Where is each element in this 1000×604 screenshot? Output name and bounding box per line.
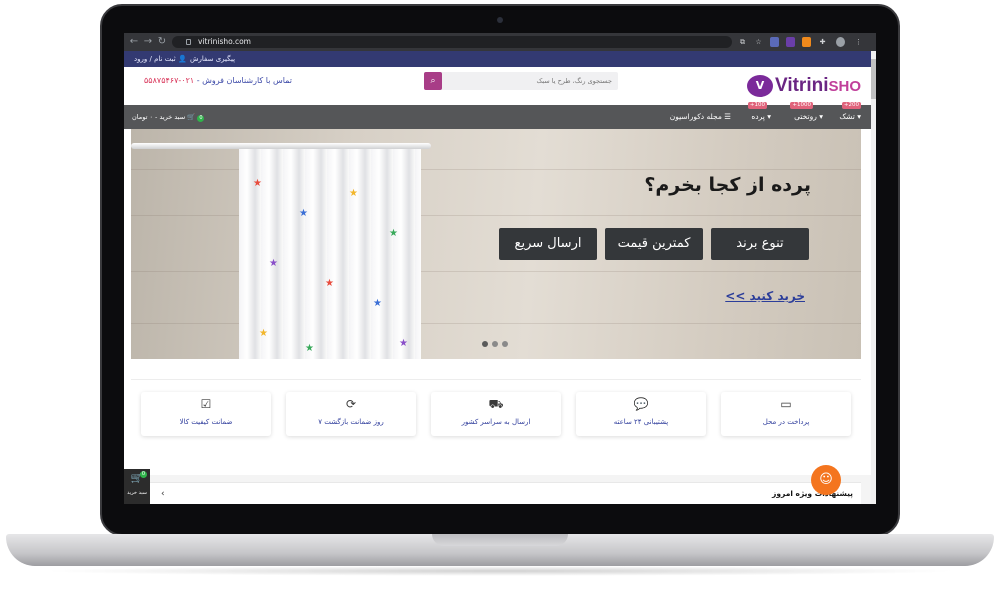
- search-input[interactable]: [442, 72, 618, 90]
- star-icon: ★: [299, 208, 308, 219]
- star-icon: ★: [373, 298, 382, 309]
- star-icon: ★: [253, 178, 262, 189]
- translate-icon[interactable]: ⧉: [738, 37, 747, 47]
- cart-label: سبد خرید - ۰ تومان: [132, 113, 186, 121]
- browser-toolbar: ← → ↻ vitrinisho.com ⧉ ☆ ✚ ⋮: [124, 33, 876, 51]
- user-icon: 👤: [178, 55, 187, 63]
- slider-dot[interactable]: [482, 341, 488, 347]
- feature-card[interactable]: ⛟ ارسال به سراسر کشور: [431, 392, 561, 436]
- page-scrollbar[interactable]: [871, 51, 876, 504]
- feature-label: ۷ روز ضمانت بازگشت: [318, 418, 384, 426]
- chat-widget-icon[interactable]: ☺: [811, 465, 841, 495]
- star-icon: ★: [259, 328, 268, 339]
- floating-cart[interactable]: 🛒 0 سبد خرید: [124, 469, 150, 504]
- specials-section: پیشنهادات ویژه امروز ‹: [131, 482, 861, 504]
- puzzle-icon[interactable]: ✚: [818, 37, 827, 47]
- sales-contact: تماس با کارشناسان فروش - ۰۲۱-۵۵۸۷۵۴۶۷: [144, 75, 292, 87]
- menu-item-curtain[interactable]: پرده ▾ +100: [747, 102, 771, 123]
- address-bar[interactable]: vitrinisho.com: [172, 36, 732, 48]
- laptop-shadow: [40, 566, 960, 576]
- logo-mark: V: [746, 75, 773, 97]
- hero-cta-link[interactable]: خرید کنید >>: [725, 287, 805, 305]
- credit-card-icon: ▭: [780, 397, 792, 411]
- feature-card[interactable]: ☑ ضمانت کیفیت کالا: [141, 392, 271, 436]
- menu-item-bedding[interactable]: روتختی ▾ +1000: [790, 102, 823, 123]
- site-logo[interactable]: V VitriniSHO: [746, 75, 861, 97]
- camera: [497, 17, 503, 23]
- hero-chip: کمترین قیمت: [605, 228, 703, 260]
- phone-number[interactable]: ۰۲۱-۵۵۸۷۵۴۶۷: [144, 76, 194, 85]
- search-box: ⌕: [424, 72, 618, 90]
- hero-banner[interactable]: ★ ★ ★ ★ ★ ★ ★ ★ ★ ★ پرده از کجا بخرم؟ تن…: [131, 129, 861, 359]
- floating-cart-label: سبد خرید: [127, 490, 147, 496]
- star-icon: ★: [399, 338, 408, 349]
- feature-label: پشتیبانی ۲۴ ساعته: [613, 418, 669, 426]
- slider-dot[interactable]: [502, 341, 508, 347]
- top-bar: پیگیری سفارش ثبت نام / ورود 👤: [124, 51, 871, 67]
- logo-text: VitriniSHO: [774, 75, 861, 96]
- menu-badge: +200: [841, 102, 861, 109]
- extension-icon[interactable]: [770, 37, 779, 47]
- hero-chip: ارسال سریع: [499, 228, 597, 260]
- star-icon: ★: [389, 228, 398, 239]
- laptop-notch: [432, 534, 568, 546]
- extension-icon[interactable]: [786, 37, 795, 47]
- header-cart[interactable]: سبد خرید - ۰ تومان 🛒 0: [132, 111, 205, 123]
- search-icon[interactable]: ⌕: [424, 72, 442, 90]
- chat-icon: 💬: [633, 397, 649, 411]
- reload-icon[interactable]: ↻: [156, 35, 168, 49]
- menu-icon[interactable]: ⋮: [854, 37, 863, 47]
- menu-badge: +1000: [790, 102, 813, 109]
- refresh-icon: ⟳: [345, 397, 357, 411]
- cart-count: 0: [197, 115, 205, 122]
- screen: ← → ↻ vitrinisho.com ⧉ ☆ ✚ ⋮ پیگیری سفار…: [124, 33, 876, 504]
- cart-icon: 🛒: [187, 113, 196, 121]
- star-icon[interactable]: ☆: [754, 37, 763, 47]
- features-section: ▭ پرداخت در محل 💬 پشتیبانی ۲۴ ساعته ⛟ ار…: [131, 379, 861, 475]
- rss-icon: ☰: [724, 112, 731, 121]
- check-icon: ☑: [200, 397, 212, 411]
- star-icon: ★: [305, 343, 314, 354]
- star-icon: ★: [349, 188, 358, 199]
- cart-count: 0: [140, 471, 147, 478]
- feature-label: ارسال به سراسر کشور: [461, 418, 531, 426]
- specials-title: پیشنهادات ویژه امروز: [772, 489, 853, 498]
- site-header: V VitriniSHO ⌕ تماس با کارشناسان فروش - …: [124, 67, 871, 105]
- back-icon[interactable]: ←: [128, 35, 140, 49]
- feature-label: ضمانت کیفیت کالا: [179, 418, 233, 426]
- url-text: vitrinisho.com: [198, 37, 251, 46]
- lock-icon: [186, 39, 191, 45]
- menu-item-mattress[interactable]: تشک ▾ +200: [839, 102, 861, 123]
- truck-icon: ⛟: [488, 397, 504, 411]
- feature-card[interactable]: ▭ پرداخت در محل: [721, 392, 851, 436]
- curtain-image: ★ ★ ★ ★ ★ ★ ★ ★ ★ ★: [239, 149, 421, 359]
- feature-card[interactable]: 💬 پشتیبانی ۲۴ ساعته: [576, 392, 706, 436]
- extension-icon[interactable]: [802, 37, 811, 47]
- star-icon: ★: [325, 278, 334, 289]
- slider-dot[interactable]: [492, 341, 498, 347]
- feature-label: پرداخت در محل: [762, 418, 810, 426]
- menu-item-magazine[interactable]: مجله دکوراسیون ☰: [670, 111, 731, 123]
- main-menu: تشک ▾ +200 روتختی ▾ +1000 پرده ▾ +100 مج…: [124, 102, 871, 129]
- forward-icon[interactable]: →: [142, 35, 154, 49]
- hero-chip: تنوع برند: [711, 228, 809, 260]
- menu-badge: +100: [747, 102, 767, 109]
- login-link[interactable]: ثبت نام / ورود: [134, 51, 176, 67]
- star-icon: ★: [269, 258, 278, 269]
- scroll-thumb[interactable]: [871, 59, 876, 99]
- avatar[interactable]: [836, 37, 845, 47]
- chevron-left-icon[interactable]: ‹: [161, 488, 165, 500]
- hero-title: پرده از کجا بخرم؟: [644, 174, 811, 196]
- feature-card[interactable]: ⟳ ۷ روز ضمانت بازگشت: [286, 392, 416, 436]
- track-order-link[interactable]: پیگیری سفارش: [190, 51, 235, 67]
- contact-label: تماس با کارشناسان فروش -: [194, 76, 293, 85]
